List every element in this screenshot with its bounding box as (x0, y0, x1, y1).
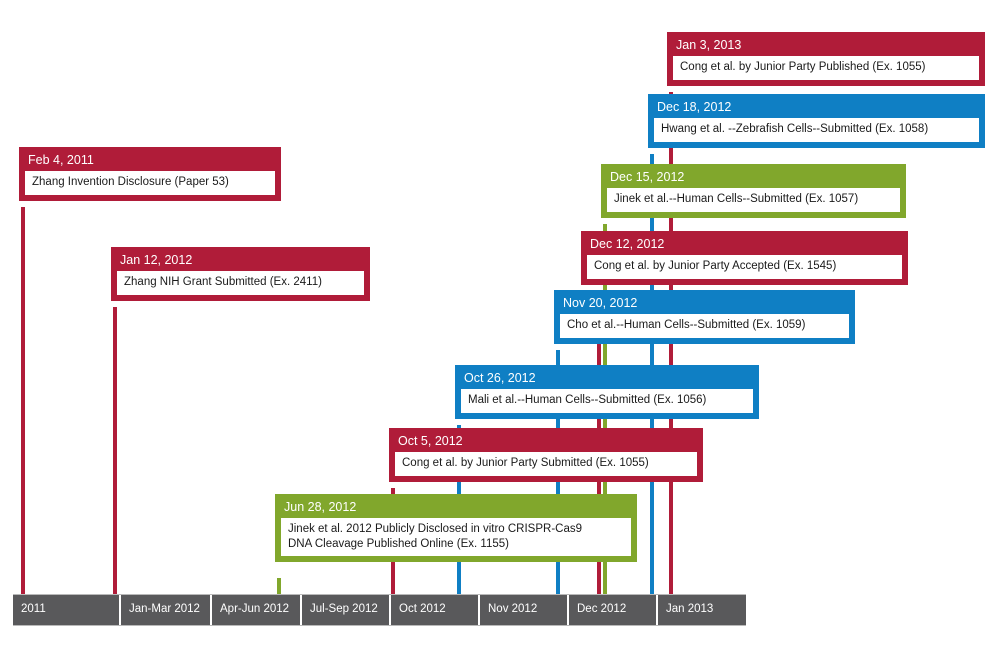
event-card-dec-15-2012[interactable]: Dec 15, 2012 Jinek et al.--Human Cells--S… (601, 164, 906, 218)
axis-period-label: 2011 (13, 595, 121, 625)
axis-period-label: Jul-Sep 2012 (302, 595, 391, 625)
axis-period-label: Apr-Jun 2012 (212, 595, 302, 625)
event-description: Jinek et al. 2012 Publicly Disclosed in … (281, 518, 631, 556)
event-date: Dec 18, 2012 (657, 100, 732, 114)
event-date: Oct 26, 2012 (464, 371, 536, 385)
timeline-diagram: Feb 4, 2011 Zhang Invention Disclosure (P… (0, 0, 996, 646)
event-description: Cong et al. by Junior Party Submitted (E… (395, 452, 697, 476)
axis-period-label: Oct 2012 (391, 595, 480, 625)
event-card-nov-20-2012[interactable]: Nov 20, 2012 Cho et al.--Human Cells--Sub… (554, 290, 855, 344)
connector-stem-jan-12-2012 (113, 307, 117, 594)
event-date: Oct 5, 2012 (398, 434, 463, 448)
axis-period-label: Dec 2012 (569, 595, 658, 625)
event-date: Feb 4, 2011 (28, 153, 94, 167)
event-description: Hwang et al. --Zebrafish Cells--Submitte… (654, 118, 979, 142)
event-description: Jinek et al.--Human Cells--Submitted (Ex… (607, 188, 900, 212)
event-description: Mali et al.--Human Cells--Submitted (Ex.… (461, 389, 753, 413)
timeline-axis: 2011 Jan-Mar 2012 Apr-Jun 2012 Jul-Sep 2012… (13, 594, 746, 626)
event-description: Zhang Invention Disclosure (Paper 53) (25, 171, 275, 195)
axis-period-label: Nov 2012 (480, 595, 569, 625)
event-card-oct-26-2012[interactable]: Oct 26, 2012 Mali et al.--Human Cells--Su… (455, 365, 759, 419)
event-description: Cong et al. by Junior Party Accepted (Ex… (587, 255, 902, 279)
event-description: Zhang NIH Grant Submitted (Ex. 2411) (117, 271, 364, 295)
event-description: Cho et al.--Human Cells--Submitted (Ex. … (560, 314, 849, 338)
event-date: Jan 3, 2013 (676, 38, 742, 52)
event-date: Dec 15, 2012 (610, 170, 685, 184)
event-date: Nov 20, 2012 (563, 296, 638, 310)
event-date: Jan 12, 2012 (120, 253, 193, 267)
event-description: Cong et al. by Junior Party Published (E… (673, 56, 979, 80)
connector-stem-jun-28-2012 (277, 578, 281, 594)
axis-period-label: Jan 2013 (658, 595, 746, 625)
event-card-jan-3-2013[interactable]: Jan 3, 2013 Cong et al. by Junior Party P… (667, 32, 985, 86)
event-card-dec-12-2012[interactable]: Dec 12, 2012 Cong et al. by Junior Party … (581, 231, 908, 285)
event-card-dec-18-2012[interactable]: Dec 18, 2012 Hwang et al. --Zebrafish Cel… (648, 94, 985, 148)
event-card-jun-28-2012[interactable]: Jun 28, 2012 Jinek et al. 2012 Publicly D… (275, 494, 637, 562)
event-card-jan-12-2012[interactable]: Jan 12, 2012 Zhang NIH Grant Submitted (E… (111, 247, 370, 301)
axis-period-label: Jan-Mar 2012 (121, 595, 212, 625)
event-card-feb-4-2011[interactable]: Feb 4, 2011 Zhang Invention Disclosure (P… (19, 147, 281, 201)
event-date: Dec 12, 2012 (590, 237, 665, 251)
event-date: Jun 28, 2012 (284, 500, 357, 514)
event-card-oct-5-2012[interactable]: Oct 5, 2012 Cong et al. by Junior Party S… (389, 428, 703, 482)
connector-stem-feb-4-2011 (21, 207, 25, 594)
